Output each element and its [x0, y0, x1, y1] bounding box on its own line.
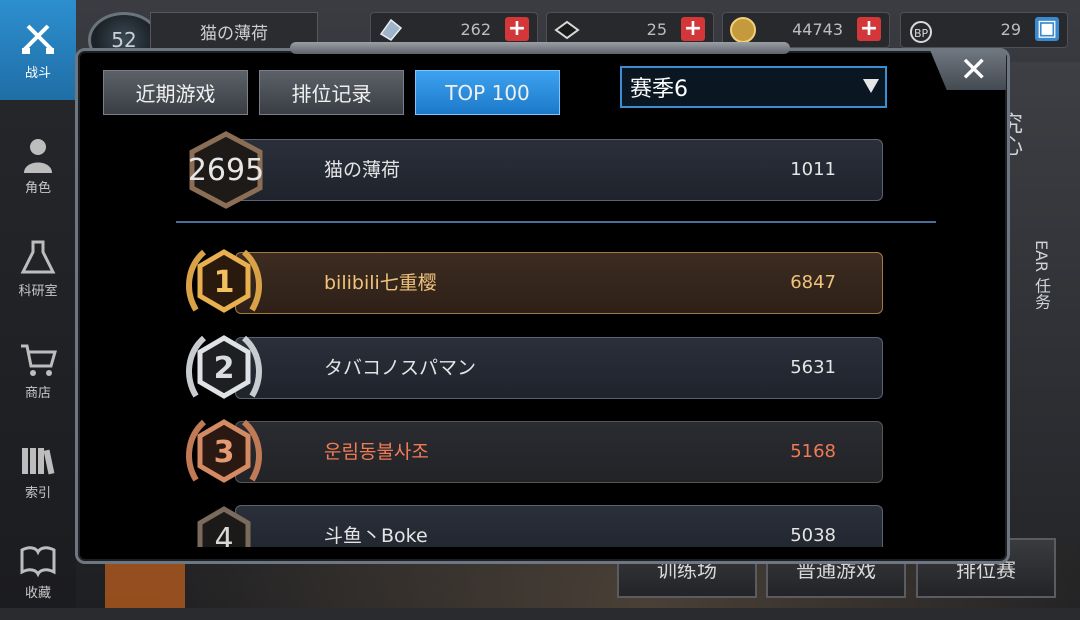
sidebar-item-battle[interactable]: 战斗 — [0, 0, 76, 100]
my-rank-name: 猫の薄荷 — [324, 159, 401, 181]
player-score-cell: 5168 — [790, 441, 836, 462]
player-score-cell: 6847 — [790, 272, 836, 293]
leaderboard-row[interactable]: 운림동불사조 5168 — [235, 421, 883, 483]
season-select[interactable]: 赛季6 — [620, 66, 887, 108]
sidebar-item-lab[interactable]: 科研室 — [0, 218, 76, 318]
player-name-cell: 斗鱼丶Boke — [324, 525, 428, 547]
add-ticket-button[interactable]: + — [681, 17, 705, 41]
my-rank-row: 猫の薄荷 1011 — [235, 139, 883, 201]
character-icon — [24, 138, 52, 173]
sidebar-item-index[interactable]: 索引 — [0, 420, 76, 520]
leaderboard-row[interactable]: bilibili七重樱 6847 — [235, 252, 883, 314]
crystal-icon — [379, 18, 403, 41]
svg-text:BP: BP — [914, 27, 929, 40]
my-rank-score: 1011 — [790, 159, 836, 180]
rank-number: 3 — [213, 434, 235, 470]
sidebar-item-label: 战斗 — [24, 65, 51, 81]
chevron-down-icon — [863, 79, 879, 93]
ticket-icon — [554, 20, 580, 40]
player-score-cell: 5038 — [790, 525, 836, 546]
leaderboard-row[interactable]: タバコノスパマン 5631 — [235, 337, 883, 399]
sidebar-item-character[interactable]: 角色 — [0, 115, 76, 215]
open-book-icon — [20, 545, 56, 577]
section-divider — [176, 221, 936, 223]
tab-recent-games[interactable]: 近期游戏 — [103, 70, 248, 115]
bp-paw-icon: BP — [910, 21, 932, 43]
silver-rank-badge-icon: 2 — [182, 326, 266, 410]
leaderboard-clip: 斗鱼丶Boke 5038 4 — [78, 495, 1001, 547]
tab-top-100[interactable]: TOP 100 — [415, 70, 560, 115]
sidebar-item-label: 商店 — [24, 385, 51, 401]
sidebar-item-label: 索引 — [24, 485, 51, 501]
leaderboard-row[interactable]: 斗鱼丶Boke 5038 — [235, 505, 883, 547]
modal-top-rail — [290, 42, 790, 54]
sidebar-item-collection[interactable]: 收藏 — [0, 520, 76, 620]
add-crystal-button[interactable]: + — [505, 17, 529, 41]
sidebar-item-label: 科研室 — [18, 283, 58, 299]
player-score-cell: 5631 — [790, 357, 836, 378]
coin-count: 44743 — [792, 20, 843, 39]
sidebar: 战斗 角色 科研室 商店 索引 收藏 — [0, 0, 76, 608]
sidebar-item-label: 角色 — [24, 180, 51, 196]
rank-badge-icon: 4 — [182, 497, 266, 547]
season-select-value: 赛季6 — [630, 77, 688, 102]
bp-count: 29 — [1000, 20, 1021, 39]
bp-info-button[interactable]: ▣ — [1035, 17, 1059, 41]
sidebar-item-shop[interactable]: 商店 — [0, 320, 76, 420]
add-coin-button[interactable]: + — [857, 17, 881, 41]
player-name-cell: bilibili七重樱 — [324, 272, 437, 294]
flask-icon — [20, 240, 56, 273]
player-name-cell: 운림동불사조 — [324, 441, 429, 463]
background-task-text: EAR 任务 — [1032, 240, 1051, 310]
coin-icon — [730, 17, 756, 43]
sidebar-item-label: 收藏 — [24, 585, 51, 601]
player-name-cell: タバコノスパマン — [324, 357, 477, 379]
rank-number: 2 — [213, 350, 235, 386]
cart-icon — [21, 344, 57, 376]
gold-rank-badge-icon: 1 — [182, 240, 266, 324]
rank-number: 1 — [213, 264, 235, 300]
crossed-guns-icon — [22, 24, 54, 54]
my-rank-number: 2695 — [187, 152, 265, 188]
bronze-rank-badge-icon: 3 — [182, 410, 266, 494]
books-icon — [22, 447, 55, 474]
rank-number: 4 — [214, 521, 234, 548]
tab-ranked-history[interactable]: 排位记录 — [259, 70, 404, 115]
resource-bp: BP 29 ▣ — [900, 12, 1068, 48]
